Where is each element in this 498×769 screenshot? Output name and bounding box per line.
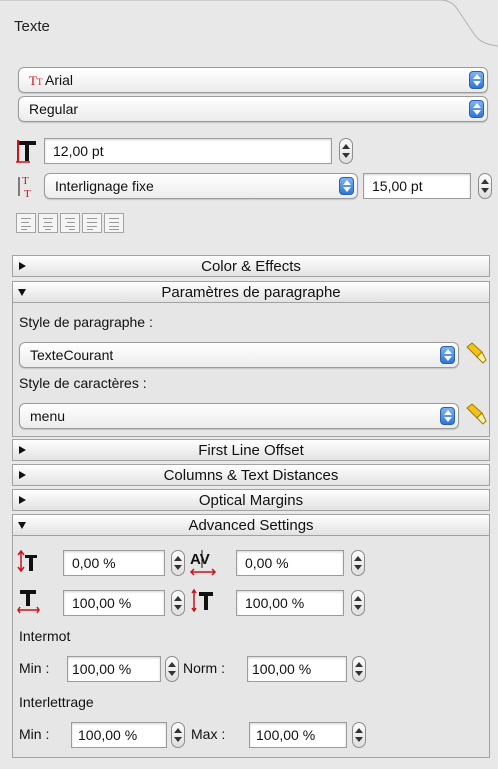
interlettrage-max-stepper[interactable] — [352, 722, 366, 748]
char-style-arrows-icon — [440, 407, 455, 425]
horizontal-scale-field[interactable]: 100,00 % — [63, 590, 165, 616]
leading-value-field[interactable]: 15,00 pt — [363, 173, 471, 199]
char-style-value: menu — [30, 408, 66, 424]
leading-value: 15,00 pt — [372, 178, 423, 194]
intermot-min-field[interactable]: 100,00 % — [67, 656, 161, 682]
leading-icon: T T — [16, 173, 40, 200]
align-justify-button[interactable] — [82, 213, 102, 233]
section-title: First Line Offset — [198, 442, 304, 459]
intermot-norm-stepper[interactable] — [352, 656, 366, 682]
vertical-scale-value: 100,00 % — [245, 595, 305, 611]
svg-text:T: T — [24, 188, 31, 199]
font-family-value: Arial — [45, 72, 74, 88]
svg-text:AV: AV — [190, 551, 210, 568]
section-paragraph-params[interactable]: Paramètres de paragraphe — [12, 281, 490, 303]
intermot-min-label: Min : — [19, 660, 50, 676]
intermot-min-stepper[interactable] — [165, 656, 179, 682]
baseline-shift-icon — [17, 549, 39, 577]
section-optical-margins[interactable]: Optical Margins — [12, 489, 490, 511]
advanced-settings-body: 0,00 % AV 0,00 % 100,00 % 100,00 % Inter… — [12, 536, 490, 758]
font-style-arrows-icon — [469, 100, 484, 118]
char-style-label: Style de caractères : — [19, 375, 147, 391]
intermot-norm-label: Norm : — [183, 660, 225, 676]
font-type-icon: TT — [29, 73, 43, 88]
brush-icon — [466, 342, 487, 364]
vertical-scale-icon — [191, 588, 217, 617]
tracking-value: 0,00 % — [245, 555, 289, 571]
section-advanced-settings[interactable]: Advanced Settings — [12, 514, 490, 536]
leading-mode-arrows-icon — [339, 177, 354, 195]
align-center-button[interactable] — [38, 213, 58, 233]
svg-text:T: T — [22, 175, 29, 187]
baseline-shift-field[interactable]: 0,00 % — [63, 550, 165, 576]
align-right-button[interactable] — [60, 213, 80, 233]
align-force-justify-button[interactable] — [104, 213, 124, 233]
char-style-brush-button[interactable] — [463, 402, 487, 428]
font-size-stepper[interactable] — [339, 138, 353, 164]
tracking-field[interactable]: 0,00 % — [236, 550, 344, 576]
font-family-select[interactable]: TT Arial — [18, 67, 488, 93]
align-left-button[interactable] — [16, 213, 36, 233]
baseline-shift-stepper[interactable] — [171, 550, 185, 576]
intermot-label: Intermot — [19, 628, 71, 644]
font-size-value: 12,00 pt — [53, 143, 104, 159]
font-family-arrows-icon — [469, 71, 484, 89]
leading-mode-select[interactable]: Interlignage fixe — [44, 173, 358, 199]
section-columns-distances[interactable]: Columns & Text Distances — [12, 464, 490, 486]
section-color-effects[interactable]: Color & Effects — [12, 255, 490, 277]
interlettrage-label: Interlettrage — [19, 694, 94, 710]
para-style-select[interactable]: TexteCourant — [19, 342, 459, 368]
font-size-icon — [16, 138, 38, 164]
section-title: Paramètres de paragraphe — [161, 284, 341, 301]
para-style-brush-button[interactable] — [463, 341, 487, 367]
intermot-norm-field[interactable]: 100,00 % — [247, 656, 347, 682]
vertical-scale-stepper[interactable] — [351, 590, 365, 616]
para-style-label: Style de paragraphe : — [19, 314, 153, 330]
section-title: Optical Margins — [198, 492, 304, 509]
interlettrage-min-label: Min : — [19, 726, 50, 742]
paragraph-params-body: Style de paragraphe : TexteCourant Style… — [12, 303, 490, 437]
interlettrage-min-field[interactable]: 100,00 % — [71, 722, 167, 748]
font-size-field[interactable]: 12,00 pt — [44, 138, 332, 164]
font-style-select[interactable]: Regular — [18, 96, 488, 122]
horizontal-scale-stepper[interactable] — [171, 590, 185, 616]
font-style-value: Regular — [29, 101, 79, 117]
baseline-shift-value: 0,00 % — [72, 555, 116, 571]
tracking-stepper[interactable] — [351, 550, 365, 576]
interlettrage-max-field[interactable]: 100,00 % — [249, 722, 347, 748]
char-style-select[interactable]: menu — [19, 403, 459, 429]
vertical-scale-field[interactable]: 100,00 % — [236, 590, 344, 616]
tracking-icon: AV — [189, 548, 219, 579]
panel-tab[interactable]: Texte — [0, 0, 498, 48]
horizontal-scale-icon — [17, 588, 41, 617]
section-title: Advanced Settings — [188, 517, 314, 534]
section-title: Color & Effects — [201, 258, 301, 275]
interlettrage-max-value: 100,00 % — [256, 727, 316, 743]
brush-icon — [466, 403, 487, 425]
intermot-norm-value: 100,00 % — [252, 661, 312, 677]
panel-title: Texte — [14, 18, 50, 35]
interlettrage-min-value: 100,00 % — [78, 727, 138, 743]
section-first-line-offset[interactable]: First Line Offset — [12, 439, 490, 461]
tab-shape — [0, 0, 498, 47]
intermot-min-value: 100,00 % — [72, 661, 132, 677]
leading-mode-value: Interlignage fixe — [55, 178, 154, 194]
para-style-value: TexteCourant — [30, 347, 114, 363]
para-style-arrows-icon — [440, 346, 455, 364]
interlettrage-max-label: Max : — [191, 726, 226, 742]
text-properties-panel: Texte TT Arial Regular 12,00 pt T T Inte… — [0, 0, 498, 769]
horizontal-scale-value: 100,00 % — [72, 595, 132, 611]
leading-stepper[interactable] — [478, 173, 492, 199]
interlettrage-min-stepper[interactable] — [171, 722, 185, 748]
section-title: Columns & Text Distances — [163, 467, 339, 484]
